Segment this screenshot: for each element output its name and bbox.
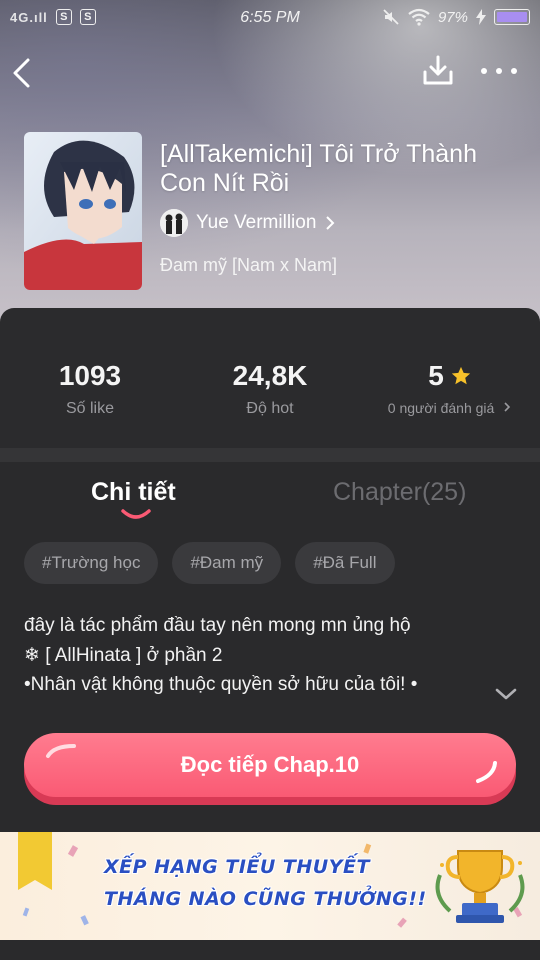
ribbon-icon bbox=[18, 832, 52, 890]
section-divider bbox=[0, 448, 540, 462]
description-line: ❄ [ AllHinata ] ở phần 2 bbox=[24, 644, 223, 666]
likes-value: 1093 bbox=[58, 360, 122, 391]
hot-value: 24,8K bbox=[232, 360, 308, 391]
rating-label: 0 người đánh giá bbox=[387, 400, 495, 416]
cover-illustration bbox=[24, 132, 142, 290]
more-icon-dot bbox=[496, 68, 502, 74]
book-title: [AllTakemichi] Tôi Trở Thành Con Nít Rồi bbox=[160, 140, 477, 197]
tag-chip[interactable]: #Trường học bbox=[24, 542, 159, 584]
chevron-down-icon bbox=[495, 688, 517, 700]
stat-likes: 1093 Số like bbox=[0, 360, 180, 418]
tab-details[interactable]: Chi tiết bbox=[91, 478, 176, 507]
star-icon bbox=[451, 366, 470, 385]
wifi-icon bbox=[408, 8, 430, 26]
bottom-strip bbox=[0, 940, 540, 960]
book-genre: Đam mỹ [Nam x Nam] bbox=[160, 255, 338, 275]
stat-hot: 24,8K Độ hot bbox=[180, 360, 360, 418]
banner-title-line2: THÁNG NÀO CŨNG THƯỞNG!! bbox=[104, 888, 427, 910]
battery-percent: 97% bbox=[437, 8, 468, 26]
tag-chip[interactable]: #Đã Full bbox=[295, 542, 395, 584]
rating-label-row: 0 người đánh giá bbox=[360, 400, 540, 416]
download-icon bbox=[423, 55, 453, 85]
author-link[interactable]: Yue Vermillion bbox=[160, 209, 336, 237]
more-icon-dot bbox=[511, 68, 517, 74]
hot-label: Độ hot bbox=[246, 400, 294, 417]
continue-reading-button[interactable]: Đọc tiếp Chap.10 bbox=[24, 733, 516, 805]
continue-reading-label: Đọc tiếp Chap.10 bbox=[24, 733, 516, 797]
more-icon-dot bbox=[481, 68, 487, 74]
book-cover[interactable] bbox=[24, 132, 142, 290]
charging-icon bbox=[476, 9, 486, 25]
tag-chip[interactable]: #Đam mỹ bbox=[172, 542, 282, 584]
mute-icon bbox=[383, 9, 399, 25]
button-gloss bbox=[46, 744, 76, 758]
banner-title-line1: XẾP HẠNG TIỂU THUYẾT bbox=[104, 856, 370, 878]
trophy-icon bbox=[435, 850, 525, 923]
battery-fill bbox=[497, 12, 527, 22]
status-right: 97% bbox=[382, 8, 530, 26]
author-name: Yue Vermillion bbox=[196, 212, 317, 233]
tab-active-indicator bbox=[121, 509, 151, 519]
rating-value-row: 5 bbox=[360, 360, 540, 392]
description-line: đây là tác phẩm đầu tay nên mong mn ủng … bbox=[24, 615, 411, 636]
description-line: •Nhân vật không thuộc quyền sở hữu của t… bbox=[24, 674, 418, 695]
more-button[interactable] bbox=[481, 58, 517, 84]
author-avatar bbox=[160, 209, 188, 237]
chevron-right-icon bbox=[504, 402, 511, 412]
stats-card: 1093 Số like 24,8K Độ hot 5 0 người đánh… bbox=[0, 308, 540, 448]
tag-list: #Trường học #Đam mỹ #Đã Full bbox=[24, 542, 395, 584]
chevron-right-icon bbox=[326, 216, 335, 230]
expand-description-button[interactable] bbox=[494, 684, 518, 704]
back-icon bbox=[13, 58, 30, 88]
book-description: đây là tác phẩm đầu tay nên mong mn ủng … bbox=[24, 611, 494, 700]
back-button[interactable] bbox=[8, 56, 38, 90]
status-bar: 4G.ıll S S 6:55 PM 97% bbox=[0, 0, 540, 36]
download-button[interactable] bbox=[421, 54, 455, 88]
rating-value: 5 bbox=[428, 360, 444, 391]
battery-icon bbox=[494, 9, 530, 25]
stat-rating[interactable]: 5 0 người đánh giá bbox=[360, 360, 540, 416]
likes-label: Số like bbox=[65, 400, 115, 417]
tab-chapters[interactable]: Chapter(25) bbox=[333, 478, 466, 507]
button-gloss bbox=[476, 761, 497, 783]
